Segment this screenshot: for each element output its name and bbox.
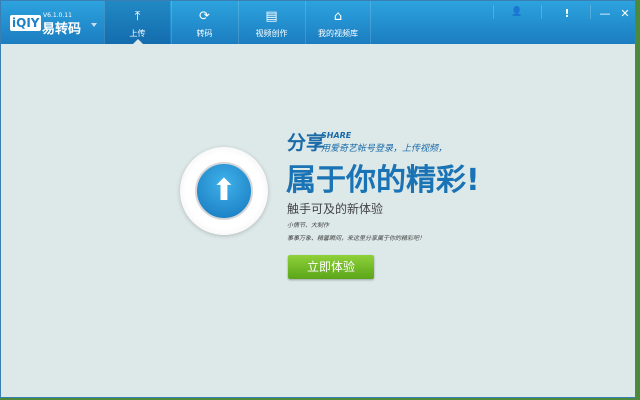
app-window: iQIY V6.1.0.11 易转码 ⤒ 上传 ⟳ 转码 ▤ 视频创作 ⌂ 我的视频库 … bbox=[0, 0, 636, 398]
tab-upload[interactable]: ⤒ 上传 bbox=[104, 1, 170, 44]
headline: 属于你的精彩! bbox=[286, 163, 480, 198]
library-icon: ⌂ bbox=[333, 9, 343, 24]
share-title: 分享 bbox=[287, 132, 326, 154]
upload-circle[interactable]: ⬆ bbox=[180, 147, 268, 235]
divider bbox=[493, 5, 494, 19]
subhead: 触手可及的新体验 bbox=[287, 202, 384, 216]
tab-label: 我的视频库 bbox=[318, 29, 358, 38]
divider bbox=[590, 5, 591, 19]
user-icon[interactable]: 👤 bbox=[507, 7, 527, 17]
tagline-1: 小情节、大制作 bbox=[287, 222, 330, 229]
upload-arrow-icon[interactable]: ⬆ bbox=[195, 162, 253, 220]
try-now-button[interactable]: 立即体验 bbox=[288, 255, 374, 279]
convert-icon: ⟳ bbox=[199, 9, 210, 24]
menu-dropdown-icon[interactable] bbox=[91, 23, 97, 30]
share-en: SHARE bbox=[321, 131, 352, 140]
tab-label: 转码 bbox=[196, 29, 213, 38]
tagline-2: 事事万象、精馨瞬间，来这里分享属于你的精彩吧！ bbox=[287, 235, 426, 242]
active-indicator bbox=[133, 34, 143, 44]
app-name: 易转码 bbox=[42, 22, 82, 37]
upload-icon: ⤒ bbox=[134, 9, 141, 24]
minimize-button[interactable]: — bbox=[595, 7, 615, 20]
header: iQIY V6.1.0.11 易转码 ⤒ 上传 ⟳ 转码 ▤ 视频创作 ⌂ 我的视频库 … bbox=[1, 1, 635, 44]
tab-video-create[interactable]: ▤ 视频创作 bbox=[238, 1, 304, 44]
share-subtitle: 用爱奇艺帐号登录，上传视频， bbox=[321, 144, 448, 154]
film-icon: ▤ bbox=[265, 9, 278, 24]
tab-library[interactable]: ⌂ 我的视频库 bbox=[305, 1, 371, 44]
notice-icon[interactable]: ! bbox=[557, 7, 577, 20]
divider bbox=[541, 5, 542, 19]
tab-convert[interactable]: ⟳ 转码 bbox=[171, 1, 237, 44]
iqiyi-logo: iQIY bbox=[10, 15, 42, 31]
close-button[interactable]: ✕ bbox=[615, 7, 635, 20]
tab-label: 视频创作 bbox=[255, 29, 288, 38]
